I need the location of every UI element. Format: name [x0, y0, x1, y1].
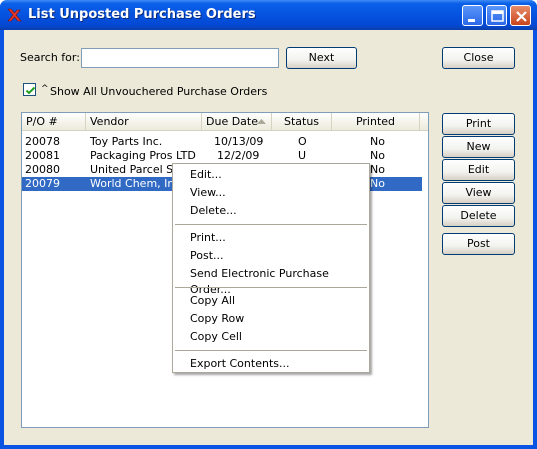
title-bar[interactable]: List Unposted Purchase Orders [0, 0, 537, 30]
post-button[interactable]: Post [442, 233, 515, 255]
vendor-cell: Toy Parts Inc. [90, 135, 163, 148]
table-row[interactable]: 20078 Toy Parts Inc. 10/13/09 O No [22, 135, 422, 149]
show-all-checkbox[interactable] [23, 83, 36, 96]
edit-button[interactable]: Edit [442, 159, 515, 181]
menu-item-delete[interactable]: Delete... [190, 203, 237, 219]
search-input[interactable] [81, 48, 279, 68]
menu-item-copy-row[interactable]: Copy Row [190, 311, 244, 327]
next-button[interactable]: Next [286, 47, 357, 69]
menu-item-post[interactable]: Post... [190, 248, 224, 264]
menu-item-edit[interactable]: Edit... [190, 167, 222, 183]
po-cell: 20078 [25, 135, 60, 148]
menu-separator [175, 287, 367, 288]
printed-cell: No [370, 135, 385, 148]
vendor-cell: United Parcel Ser [90, 163, 172, 176]
new-button[interactable]: New [442, 136, 515, 158]
printed-cell: No [370, 149, 385, 162]
due-date-cell: 10/13/09 [214, 135, 264, 148]
maximize-button[interactable] [486, 5, 507, 26]
column-header-vendor[interactable]: Vendor [86, 113, 202, 131]
dialog-body: Search for: Next Close ^ Show All Unvouc… [4, 30, 533, 445]
print-button[interactable]: Print [442, 113, 515, 135]
menu-item-send-electronic-po[interactable]: Send Electronic Purchase Order... [190, 266, 369, 296]
po-cell: 20080 [25, 163, 60, 176]
status-cell: U [298, 149, 307, 162]
vendor-cell: Packaging Pros LTD [90, 149, 196, 162]
context-menu: Edit... View... Delete... Print... Post.… [172, 163, 370, 373]
table-row[interactable]: 20081 Packaging Pros LTD 12/2/09 U No [22, 149, 422, 163]
column-header-status[interactable]: Status [272, 113, 332, 131]
app-window: List Unposted Purchase Orders Search for… [0, 0, 537, 449]
due-date-cell: 12/2/09 [217, 149, 260, 162]
app-x-icon [6, 7, 22, 23]
menu-item-view[interactable]: View... [190, 185, 226, 201]
view-button[interactable]: View [442, 182, 515, 204]
delete-button[interactable]: Delete [442, 205, 515, 227]
checkmark-icon [25, 86, 36, 95]
vendor-cell: World Chem, Inc. [90, 177, 172, 190]
menu-separator [175, 350, 367, 351]
menu-item-print[interactable]: Print... [190, 230, 226, 246]
due-date-label: Due Date [206, 115, 258, 128]
search-label: Search for: [20, 51, 80, 64]
sort-ascending-icon [257, 119, 266, 124]
close-button[interactable]: Close [442, 47, 515, 69]
po-cell: 20081 [25, 149, 60, 162]
menu-separator [175, 224, 367, 225]
column-header-po[interactable]: P/O # [22, 113, 86, 131]
column-header-printed[interactable]: Printed [332, 113, 420, 131]
po-cell: 20079 [25, 177, 60, 190]
menu-item-export-contents[interactable]: Export Contents... [190, 356, 289, 372]
printed-cell: No [370, 163, 385, 176]
caret-up-icon: ^ [41, 84, 49, 94]
status-cell: O [298, 135, 307, 148]
printed-cell: No [370, 177, 385, 190]
menu-item-copy-cell[interactable]: Copy Cell [190, 329, 242, 345]
menu-item-copy-all[interactable]: Copy All [190, 293, 235, 309]
close-window-button[interactable] [510, 5, 531, 26]
column-header-due-date[interactable]: Due Date [202, 113, 272, 131]
show-all-label[interactable]: Show All Unvouchered Purchase Orders [50, 85, 267, 98]
window-title: List Unposted Purchase Orders [28, 7, 256, 22]
minimize-button[interactable] [462, 5, 483, 26]
list-header: P/O # Vendor Due Date Status Printed [22, 113, 428, 131]
